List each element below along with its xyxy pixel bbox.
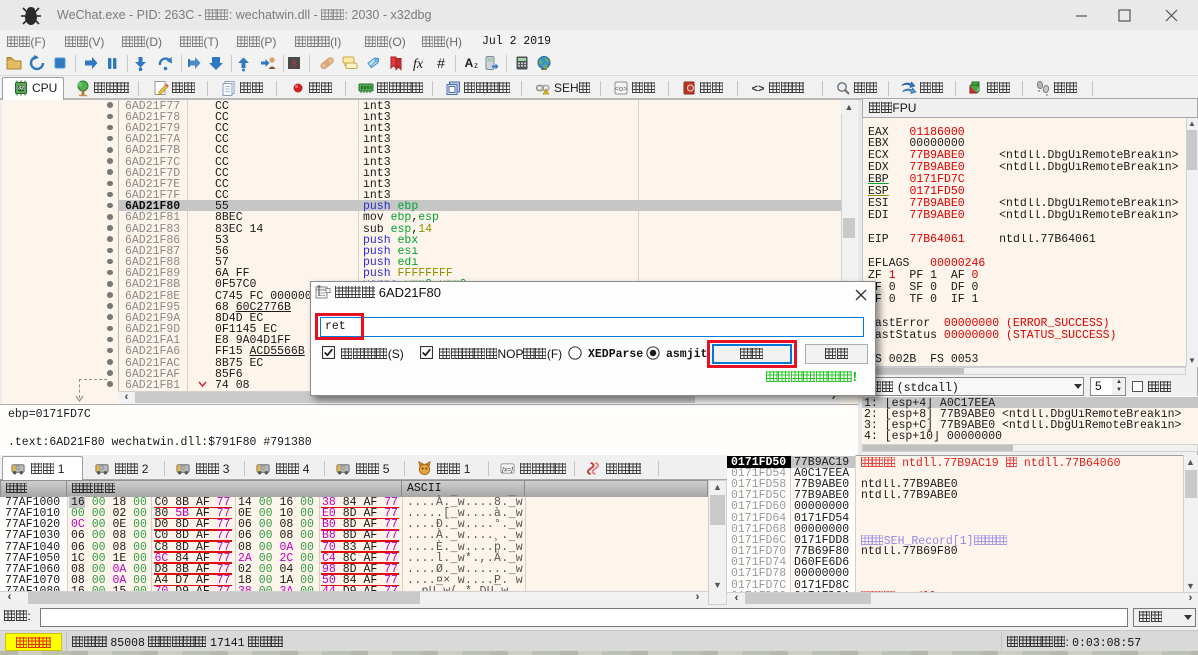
svg-text:32: 32 xyxy=(18,86,24,92)
svg-text:S: S xyxy=(291,58,297,70)
svg-text:<o>: <o> xyxy=(615,84,629,93)
svg-text:A: A xyxy=(465,56,474,70)
svg-text:z: z xyxy=(474,61,478,70)
svg-text:fx: fx xyxy=(413,57,424,72)
svg-text:<>: <> xyxy=(752,83,765,95)
svg-text:!: ! xyxy=(545,90,546,95)
svg-text:#: # xyxy=(437,55,445,71)
svg-text:[x=]: [x=] xyxy=(501,466,513,473)
